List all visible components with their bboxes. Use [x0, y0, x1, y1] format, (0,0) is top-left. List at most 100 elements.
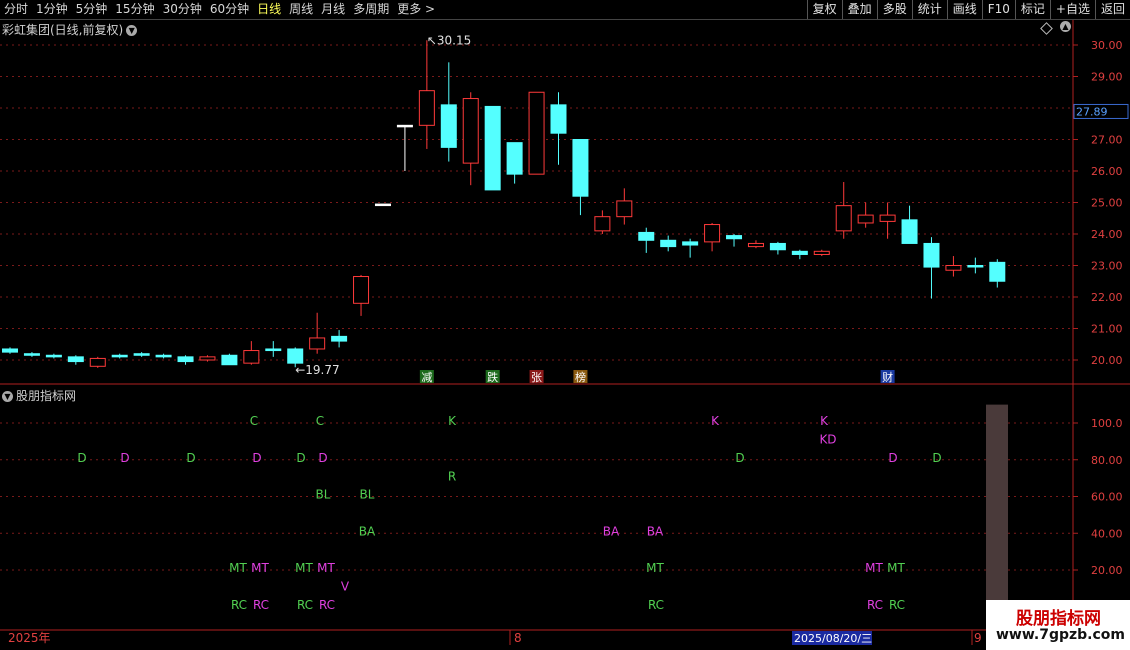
candle-body [572, 139, 589, 197]
period-tab[interactable]: 日线 [253, 0, 285, 19]
indicator-tick-label: 20.00 [1091, 564, 1123, 577]
toolbar-action-button[interactable]: 返回 [1094, 0, 1130, 19]
indicator-signal-label: RC [297, 598, 313, 612]
event-tag-label: 张 [531, 371, 542, 384]
period-tab[interactable]: 更多 > [393, 0, 439, 19]
time-axis-label: 2025年 [8, 631, 51, 645]
indicator-tick-label: 100.0 [1091, 417, 1123, 430]
period-tabs: 分时 1分钟 5分钟 15分钟 30分钟 60分钟 日线 周线 月线 多周期 更多 > [0, 0, 439, 19]
toolbar-action-button[interactable]: 画线 [946, 0, 982, 19]
time-axis-label: 8 [514, 631, 522, 645]
indicator-signal-label: R [448, 469, 456, 483]
candle-body [353, 276, 370, 304]
period-tab[interactable]: 多周期 [349, 0, 393, 19]
indicator-tick-label: 40.00 [1091, 527, 1123, 540]
candle-body [660, 239, 677, 248]
action-buttons: 复权 叠加 多股 统计 画线 F10 标记 +自选 返回 [806, 0, 1130, 19]
candle-body [945, 265, 962, 271]
period-tab[interactable]: 30分钟 [159, 0, 206, 19]
kline-chart[interactable]: 30.0029.0028.0027.0026.0025.0024.0023.00… [0, 20, 1130, 650]
candle-body [133, 353, 150, 356]
candle-body [2, 348, 18, 353]
candle-body [45, 354, 62, 358]
watermark: 股朋指标网 www.7gpzb.com [986, 600, 1130, 650]
candle-body [726, 235, 743, 240]
indicator-signal-label: D [735, 451, 744, 465]
indicator-tick-label: 60.00 [1091, 491, 1123, 504]
indicator-signal-label: BL [316, 488, 331, 502]
toolbar-action-button[interactable]: 叠加 [841, 0, 877, 19]
toolbar-action-button[interactable]: 多股 [876, 0, 912, 19]
candle-body [594, 216, 611, 232]
event-tag-label: 减 [421, 371, 432, 384]
candle-body [791, 250, 808, 255]
candle-body [67, 356, 84, 363]
indicator-signal-label: RC [889, 598, 905, 612]
candle-body [177, 356, 194, 363]
indicator-signal-label: D [120, 451, 129, 465]
indicator-signal-label: KD [819, 433, 836, 447]
candle-body [265, 348, 282, 352]
indicator-signal-label: RC [253, 598, 269, 612]
candle-body [111, 354, 128, 358]
signal-bar [986, 404, 1008, 600]
candle-body [616, 200, 633, 218]
indicator-signal-label: MT [887, 561, 905, 575]
period-tab[interactable]: 周线 [285, 0, 317, 19]
indicator-signal-label: MT [317, 561, 335, 575]
indicator-signal-label: BA [359, 524, 376, 538]
event-tag-label: 榜 [575, 370, 586, 384]
indicator-signal-label: MT [251, 561, 269, 575]
indicator-signal-label: D [296, 451, 305, 465]
candle-body [747, 242, 764, 248]
toolbar-action-button[interactable]: +自选 [1049, 0, 1095, 19]
toolbar-action-button[interactable]: 统计 [911, 0, 947, 19]
indicator-signal-label: D [77, 451, 86, 465]
indicator-signal-label: RC [867, 598, 883, 612]
period-tab[interactable]: 1分钟 [32, 0, 72, 19]
toolbar-action-button[interactable]: F10 [981, 0, 1015, 19]
high-price-label: ↖30.15 [427, 33, 471, 47]
watermark-title: 股朋指标网 [1016, 609, 1101, 629]
indicator-signal-label: D [318, 451, 327, 465]
period-tab[interactable]: 分时 [0, 0, 32, 19]
period-tab[interactable]: 5分钟 [72, 0, 112, 19]
period-tab[interactable]: 15分钟 [111, 0, 158, 19]
candle-body [396, 124, 413, 128]
indicator-signal-label: MT [229, 561, 247, 575]
indicator-signal-label: D [932, 451, 941, 465]
candle-body [374, 203, 391, 207]
candle-body [331, 335, 348, 342]
indicator-signal-label: RC [648, 598, 664, 612]
candle-body [287, 348, 304, 364]
candle-body [769, 242, 786, 251]
price-tick-label: 29.00 [1091, 71, 1123, 84]
price-tick-label: 24.00 [1091, 228, 1123, 241]
candle-body [418, 90, 435, 126]
low-price-label: ←19.77 [295, 363, 339, 377]
current-price-label: 27.89 [1076, 105, 1108, 118]
price-tick-label: 26.00 [1091, 165, 1123, 178]
candle-body [528, 91, 545, 175]
candle-body [967, 265, 984, 268]
price-tick-label: 21.00 [1091, 323, 1123, 336]
indicator-signal-label: MT [646, 561, 664, 575]
toolbar: 分时 1分钟 5分钟 15分钟 30分钟 60分钟 日线 周线 月线 多周期 更多 > 复权 叠加 多股… [0, 0, 1130, 20]
indicator-signal-label: BA [603, 524, 620, 538]
toolbar-action-button[interactable]: 标记 [1014, 0, 1050, 19]
candle-body [309, 337, 326, 350]
indicator-signal-label: BA [647, 524, 664, 538]
candle-body [440, 104, 457, 148]
price-tick-label: 23.00 [1091, 260, 1123, 273]
candle-body [813, 250, 830, 255]
candle-body [243, 350, 260, 364]
period-tab[interactable]: 月线 [317, 0, 349, 19]
period-tab[interactable]: 60分钟 [206, 0, 253, 19]
toolbar-action-button[interactable]: 复权 [806, 0, 842, 19]
indicator-signal-label: K [448, 414, 457, 428]
candle-body [682, 241, 699, 246]
indicator-signal-label: RC [319, 598, 335, 612]
indicator-signal-label: MT [865, 561, 883, 575]
candle-body [484, 105, 501, 191]
candle-body [923, 242, 940, 268]
